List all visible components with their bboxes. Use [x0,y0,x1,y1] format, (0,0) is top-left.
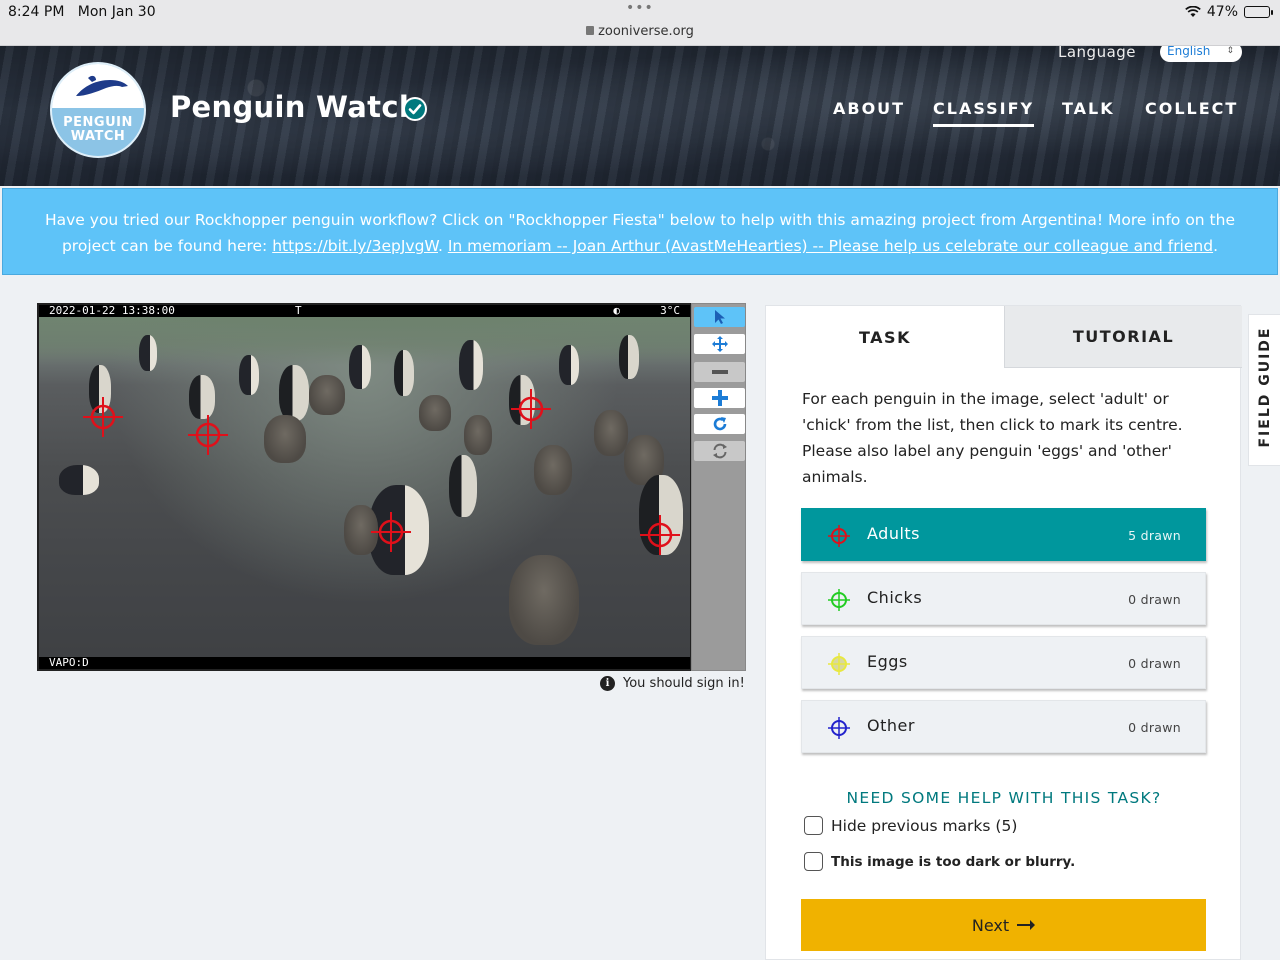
task-panel: TASK TUTORIAL For each penguin in the im… [765,305,1242,960]
language-label: Language [1058,46,1137,61]
camera-id-bar: VAPO:D [39,657,690,669]
help-link[interactable]: NEED SOME HELP WITH THIS TASK? [766,789,1242,807]
adult-mark[interactable] [509,387,553,431]
move-icon[interactable] [694,334,745,354]
choice-label: Chicks [867,588,923,607]
choice-eggs[interactable]: Eggs 0 drawn [801,636,1206,689]
choice-label: Eggs [867,652,908,671]
next-button[interactable]: Next [801,899,1206,951]
camera-timestamp: 2022-01-22 13:38:00 [49,304,175,317]
battery-percent: 47% [1206,4,1238,20]
nav-collect[interactable]: COLLECT [1145,99,1238,118]
choice-count: 0 drawn [1128,656,1181,671]
crosshair-red-icon [827,524,851,548]
task-instructions: For each penguin in the image, select 'a… [802,390,1183,486]
adult-mark[interactable] [81,395,125,439]
rotate-icon[interactable] [694,414,745,434]
adult-mark[interactable] [186,413,230,457]
hide-marks-checkbox[interactable]: Hide previous marks (5) [804,816,1017,835]
camera-flag: T [295,304,302,317]
logo-text: PENGUIN WATCH [63,115,133,144]
project-title[interactable]: Penguin Watch [170,90,420,124]
choice-adults[interactable]: Adults 5 drawn [801,508,1206,561]
moon-phase-icon: ◐ [613,304,620,317]
tab-task[interactable]: TASK [766,306,1004,368]
battery-icon [1244,6,1273,18]
ios-status-bar: 8:24 PM Mon Jan 30 ••• zooniverse.org 47… [0,0,1280,46]
egg-marker-icon [827,652,851,676]
crosshair-green-icon [827,588,851,612]
announcement-link-bitly[interactable]: https://bit.ly/3epJvgW [272,237,438,255]
camera-temperature: 3°C [660,304,680,317]
choice-other[interactable]: Other 0 drawn [801,700,1206,753]
wifi-icon [1185,6,1201,18]
crosshair-blue-icon [827,716,851,740]
field-guide-tab[interactable]: FIELD GUIDE [1248,314,1280,466]
nav-classify[interactable]: CLASSIFY [933,99,1035,127]
choice-count: 5 drawn [1128,528,1181,543]
status-time: 8:24 PM Mon Jan 30 [8,4,156,20]
address-bar[interactable]: zooniverse.org [0,24,1280,39]
info-icon: i [600,676,615,691]
penguin-photo [39,305,690,669]
signin-notice: i You should sign in! [600,676,745,691]
image-toolbar [691,303,746,671]
subject-image[interactable]: 2022-01-22 13:38:00 T ◐ 3°C VAPO:D [37,303,692,671]
camera-info-bar: 2022-01-22 13:38:00 T ◐ 3°C [39,305,690,317]
project-logo[interactable]: PENGUIN WATCH [50,62,146,158]
announcement-banner: Have you tried our Rockhopper penguin wo… [2,188,1278,275]
nav-about[interactable]: ABOUT [833,99,905,118]
camera-id: VAPO:D [49,656,89,669]
announcement-link-memoriam[interactable]: In memoriam -- Joan Arthur (AvastMeHeart… [448,237,1213,255]
verified-badge-icon [403,97,427,121]
arrow-right-icon [1017,920,1036,930]
checkbox-box[interactable] [804,852,823,871]
adult-mark[interactable] [369,510,413,554]
project-header: PENGUIN WATCH Penguin Watch Language Eng… [0,46,1280,186]
status-right: 47% [1185,4,1273,20]
chevron-updown-icon: ⇕ [1226,46,1234,56]
penguin-logo-icon [76,75,128,96]
pointer-icon[interactable] [694,307,745,327]
url-text: zooniverse.org [598,24,694,39]
checkbox-box[interactable] [804,816,823,835]
multitask-dots-icon[interactable]: ••• [626,0,654,16]
choice-label: Other [867,716,915,735]
zoom-in-icon[interactable] [694,388,745,408]
nav-talk[interactable]: TALK [1062,99,1115,118]
reset-icon[interactable] [694,441,745,461]
tab-tutorial[interactable]: TUTORIAL [1004,306,1242,368]
language-select[interactable]: English ⇕ [1160,46,1242,62]
lock-icon [586,26,595,35]
adult-mark[interactable] [638,513,682,557]
choice-chicks[interactable]: Chicks 0 drawn [801,572,1206,625]
choice-count: 0 drawn [1128,592,1181,607]
too-dark-checkbox[interactable]: This image is too dark or blurry. [804,852,1075,871]
choice-label: Adults [867,524,921,543]
zoom-out-icon[interactable] [694,362,745,382]
choice-count: 0 drawn [1128,720,1181,735]
